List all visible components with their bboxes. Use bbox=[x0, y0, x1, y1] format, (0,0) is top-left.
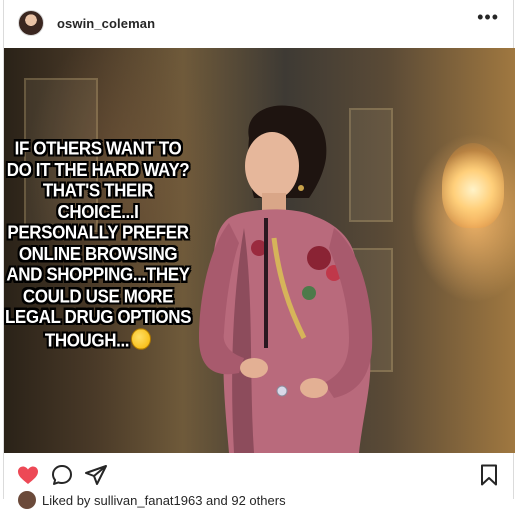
heart-icon[interactable] bbox=[16, 463, 40, 487]
post-header: oswin_coleman ••• bbox=[4, 0, 513, 48]
post-photo[interactable]: IF OTHERS WANT TO DO IT THE HARD WAY? TH… bbox=[4, 48, 515, 453]
rolling-laughing-emoji-icon bbox=[131, 327, 152, 350]
post-card: oswin_coleman ••• IF OTHERS WANT TO DO I… bbox=[3, 0, 515, 509]
meme-caption-text: IF OTHERS WANT TO DO IT THE HARD WAY? TH… bbox=[4, 138, 192, 351]
likes-text[interactable]: Liked by sullivan_fanat1963 and 92 other… bbox=[42, 493, 286, 508]
comment-icon[interactable] bbox=[50, 463, 74, 487]
username-link[interactable]: oswin_coleman bbox=[57, 16, 155, 31]
likes-summary: Liked by sullivan_fanat1963 and 92 other… bbox=[18, 491, 286, 509]
paper-plane-icon[interactable] bbox=[84, 463, 108, 487]
meme-caption-overlay: IF OTHERS WANT TO DO IT THE HARD WAY? TH… bbox=[4, 138, 192, 351]
bookmark-icon[interactable] bbox=[477, 463, 501, 487]
more-options-icon[interactable]: ••• bbox=[477, 8, 499, 26]
avatar[interactable] bbox=[18, 10, 44, 36]
liker-avatar[interactable] bbox=[18, 491, 36, 509]
